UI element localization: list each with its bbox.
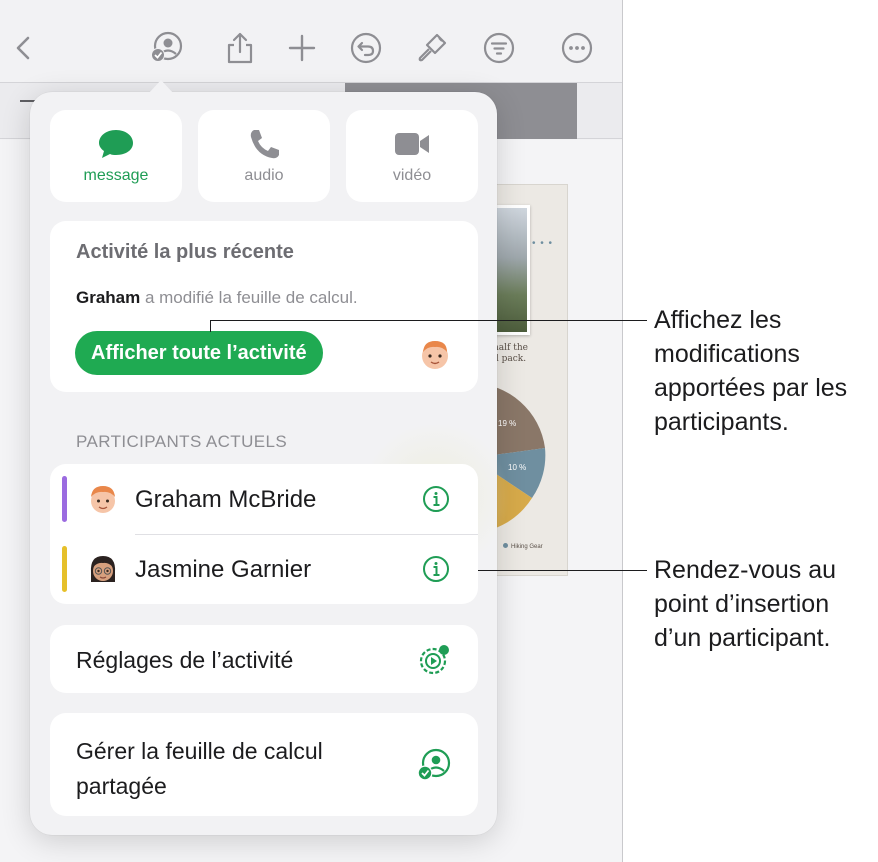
participant-row[interactable]: Graham McBride (50, 464, 478, 535)
pie-label-2: 10 % (508, 463, 526, 472)
format-brush-icon[interactable] (412, 28, 452, 68)
doc-caption-line-2: d pack. (493, 354, 527, 364)
info-icon[interactable] (422, 485, 450, 513)
manage-shared-sheet-row[interactable]: Gérer la feuille de calcul partagée (50, 713, 478, 816)
participant-color-bar (62, 476, 67, 522)
share-icon[interactable] (220, 28, 260, 68)
popover-arrow (148, 80, 174, 94)
recent-activity-card: Activité la plus récente Graham a modifi… (50, 221, 478, 392)
collaboration-icon (417, 748, 451, 781)
toolbar (0, 0, 622, 83)
dots-decoration: • • • (532, 238, 554, 249)
callout-leader-line (478, 570, 647, 571)
legend-label: Hiking Gear (511, 544, 543, 550)
message-button[interactable]: message (50, 110, 182, 202)
audio-label: audio (244, 167, 284, 184)
activity-title: Activité la plus récente (76, 241, 294, 263)
doc-caption-line-1: half the (493, 343, 528, 353)
pie-label-1: 19 % (498, 419, 516, 428)
doc-caption: half the d pack. (493, 343, 553, 365)
activity-settings-icon (419, 645, 449, 675)
callout-leader-tick (210, 320, 211, 332)
phone-icon (250, 130, 279, 159)
callout-view-changes: Affichez les modifications apportées par… (654, 306, 848, 436)
participants-section-label: PARTICIPANTS ACTUELS (76, 432, 288, 451)
callout-leader-line (210, 320, 647, 321)
audio-button[interactable]: audio (198, 110, 330, 202)
collaboration-icon[interactable] (146, 28, 186, 68)
info-icon[interactable] (422, 555, 450, 583)
memoji-avatar-icon (90, 556, 116, 582)
activity-action: a modifié la feuille de calcul. (140, 288, 358, 307)
participant-name: Graham McBride (135, 486, 317, 513)
message-icon (99, 130, 133, 158)
video-camera-icon (395, 133, 429, 155)
figure: • • • half the d pack. 19 % 10 % Hiking … (0, 0, 878, 862)
participant-name: Jasmine Garnier (135, 556, 312, 583)
show-all-activity-button[interactable]: Afficher toute l’activité (75, 331, 323, 375)
participants-list: Graham McBride Jasmine Garnier (50, 464, 478, 604)
more-icon[interactable] (557, 28, 597, 68)
participant-color-bar (62, 546, 67, 592)
video-label: vidéo (392, 167, 432, 184)
message-label: message (83, 167, 149, 184)
doc-legend: Hiking Gear (503, 543, 543, 550)
activity-settings-row[interactable]: Réglages de l’activité (50, 625, 478, 693)
callout-go-to-insertion-point: Rendez-vous au point d’insertion d’un pa… (654, 556, 837, 652)
undo-icon[interactable] (346, 28, 386, 68)
filter-icon[interactable] (479, 28, 519, 68)
activity-summary: Graham a modifié la feuille de calcul. (76, 288, 358, 308)
add-icon[interactable] (282, 28, 322, 68)
back-chevron-icon[interactable] (4, 28, 44, 68)
activity-actor: Graham (76, 288, 141, 307)
legend-dot (503, 543, 508, 548)
activity-settings-label: Réglages de l’activité (76, 647, 294, 673)
manage-shared-sheet-label: Gérer la feuille de calcul partagée (76, 738, 323, 799)
video-button[interactable]: vidéo (346, 110, 478, 202)
participant-row[interactable]: Jasmine Garnier (50, 534, 478, 604)
memoji-avatar-icon (91, 486, 115, 513)
memoji-avatar-icon (422, 341, 448, 369)
